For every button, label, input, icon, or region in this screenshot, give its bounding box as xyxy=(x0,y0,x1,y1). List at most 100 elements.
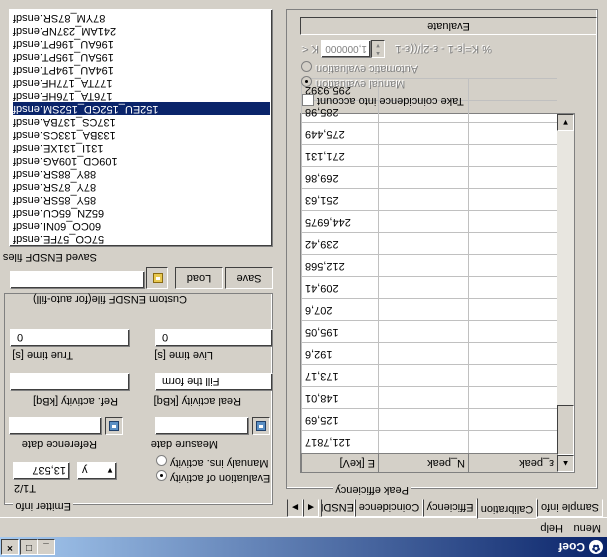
automatic-evaluation-radio[interactable] xyxy=(301,61,312,72)
table-row[interactable]: 269,86 xyxy=(301,166,557,189)
table-scrollbar[interactable]: ▲ ▼ xyxy=(557,114,574,472)
tab-efficiency[interactable]: Efficiency xyxy=(423,499,477,517)
reference-date-calendar-icon[interactable] xyxy=(105,417,123,435)
ensdf-file-item[interactable]: 152EU_152GD_152SM.ensdf xyxy=(13,102,270,115)
cell-energy[interactable]: 251,63 xyxy=(301,189,378,211)
ensdf-file-item[interactable]: 60CO_60NI.ensdf xyxy=(13,219,269,232)
save-button[interactable]: Save xyxy=(225,267,273,289)
table-row[interactable]: 121,7817 xyxy=(301,430,557,453)
manually-insert-activity-radio[interactable] xyxy=(156,455,167,466)
k-spin-buttons[interactable]: ▲ ▼ xyxy=(371,40,385,58)
table-row[interactable]: 275,449 xyxy=(301,122,557,145)
table-row[interactable]: 271,131 xyxy=(301,144,557,167)
cell-eps-peak[interactable] xyxy=(468,79,557,101)
k-threshold-input[interactable]: 1,000000 xyxy=(321,40,371,58)
cell-energy[interactable]: 269,86 xyxy=(301,167,378,189)
tab-calibration[interactable]: Calibration xyxy=(477,498,537,519)
cell-energy[interactable]: 271,131 xyxy=(301,145,378,167)
cell-energy[interactable]: 125,69 xyxy=(301,409,378,431)
ensdf-file-item[interactable]: 109CD_109AG.ensdf xyxy=(13,154,269,167)
cell-eps-peak[interactable] xyxy=(468,211,557,233)
real-activity-input[interactable]: Fill the form xyxy=(155,373,273,391)
cell-n-peak[interactable] xyxy=(378,211,468,233)
column-header-eps-peak[interactable]: ε_peak xyxy=(468,453,557,472)
ensdf-file-item[interactable]: 137CS_137BA.ensdf xyxy=(13,115,269,128)
table-row[interactable]: 195,05 xyxy=(301,320,557,343)
cell-eps-peak[interactable] xyxy=(468,123,557,145)
table-row[interactable]: 209,41 xyxy=(301,276,557,299)
half-life-input[interactable]: 13,537 xyxy=(13,462,70,480)
cell-eps-peak[interactable] xyxy=(468,189,557,211)
cell-energy[interactable]: 207,6 xyxy=(301,299,378,321)
cell-n-peak[interactable] xyxy=(378,299,468,321)
cell-eps-peak[interactable] xyxy=(468,431,557,453)
ensdf-file-item[interactable]: 57CO_57FE.ensdf xyxy=(13,232,269,245)
cell-n-peak[interactable] xyxy=(378,167,468,189)
ensdf-file-item[interactable]: 87Y_87SR.ensdf xyxy=(13,180,269,193)
ensdf-file-item[interactable]: 85Y_85SR.ensdf xyxy=(13,193,269,206)
menu-item-help[interactable]: Help xyxy=(540,522,563,534)
ensdf-file-item[interactable]: 177TA_177HF.ensdf xyxy=(13,76,269,89)
ensdf-file-item[interactable]: 241AM_237NP.ensdf xyxy=(13,24,269,37)
browse-folder-icon[interactable] xyxy=(146,267,168,289)
table-row[interactable]: 173,17 xyxy=(301,364,557,387)
true-time-input[interactable]: 0 xyxy=(10,329,130,347)
saved-ensdf-list[interactable]: 57CO_57FE.ensdf 60CO_60NI.ensdf 65ZN_65CU.… xyxy=(9,9,273,247)
cell-n-peak[interactable] xyxy=(378,145,468,167)
cell-eps-peak[interactable] xyxy=(468,167,557,189)
cell-eps-peak[interactable] xyxy=(468,321,557,343)
custom-ensdf-input[interactable] xyxy=(10,271,145,289)
tab-scroll-left-button[interactable]: ◀ xyxy=(303,499,319,517)
minimize-button[interactable]: _ xyxy=(37,539,55,555)
tab-scroll-right-button[interactable]: ▶ xyxy=(287,499,303,517)
table-row[interactable]: 244,6975 xyxy=(301,210,557,233)
cell-energy[interactable]: 121,7817 xyxy=(301,431,378,453)
ensdf-file-item[interactable]: 195AU_195PT.ensdf xyxy=(13,50,269,63)
cell-energy[interactable]: 195,05 xyxy=(301,321,378,343)
evaluate-button[interactable]: Evaluate xyxy=(300,17,597,35)
close-button[interactable]: × xyxy=(1,539,19,555)
ensdf-file-item[interactable]: 176TA_176HF.ensdf xyxy=(13,89,269,102)
scroll-down-button[interactable]: ▼ xyxy=(557,114,574,131)
cell-energy[interactable]: 148,01 xyxy=(301,387,378,409)
cell-n-peak[interactable] xyxy=(378,343,468,365)
ensdf-file-item[interactable]: 131I_131XE.ensdf xyxy=(13,141,269,154)
cell-energy[interactable]: 192,6 xyxy=(301,343,378,365)
column-header-n-peak[interactable]: N_peak xyxy=(378,453,468,472)
measure-date-input[interactable] xyxy=(155,417,249,435)
manual-evaluation-radio[interactable] xyxy=(301,76,312,87)
maximize-button[interactable]: □ xyxy=(20,539,38,555)
load-button[interactable]: Load xyxy=(175,267,223,289)
cell-energy[interactable]: 212,568 xyxy=(301,255,378,277)
cell-n-peak[interactable] xyxy=(378,189,468,211)
cell-n-peak[interactable] xyxy=(378,321,468,343)
cell-n-peak[interactable] xyxy=(378,255,468,277)
cell-eps-peak[interactable] xyxy=(468,409,557,431)
cell-eps-peak[interactable] xyxy=(468,101,557,123)
tab-ensdf[interactable]: ENSDF xyxy=(321,499,355,517)
peak-efficiency-table[interactable]: ▲ ▼ ε_peak N_peak E [keV] 121,7817 125,69… xyxy=(300,78,575,473)
table-row[interactable]: 148,01 xyxy=(301,386,557,409)
evaluation-of-activity-radio[interactable] xyxy=(156,470,167,481)
cell-n-peak[interactable] xyxy=(378,365,468,387)
cell-n-peak[interactable] xyxy=(378,233,468,255)
table-row[interactable]: 125,69 xyxy=(301,408,557,431)
coincidence-checkbox[interactable] xyxy=(302,94,314,106)
measure-date-calendar-icon[interactable] xyxy=(252,417,270,435)
reference-date-input[interactable] xyxy=(9,417,102,435)
cell-eps-peak[interactable] xyxy=(468,277,557,299)
half-life-unit-select[interactable]: y ▼ xyxy=(77,462,117,480)
live-time-input[interactable]: 0 xyxy=(155,329,273,347)
table-row[interactable]: 251,63 xyxy=(301,188,557,211)
cell-n-peak[interactable] xyxy=(378,123,468,145)
ensdf-file-item[interactable]: 133BA_133CS.ensdf xyxy=(13,128,269,141)
cell-eps-peak[interactable] xyxy=(468,255,557,277)
table-row[interactable]: 212,568 xyxy=(301,254,557,277)
cell-eps-peak[interactable] xyxy=(468,299,557,321)
tab-coincidence[interactable]: Coincidence xyxy=(355,499,423,517)
table-row[interactable]: 207,6 xyxy=(301,298,557,321)
ensdf-file-item[interactable]: 194AU_194PT.ensdf xyxy=(13,63,269,76)
tab-sample-info[interactable]: Sample info xyxy=(537,499,603,517)
cell-energy[interactable]: 244,6975 xyxy=(301,211,378,233)
table-row[interactable]: 192,6 xyxy=(301,342,557,365)
